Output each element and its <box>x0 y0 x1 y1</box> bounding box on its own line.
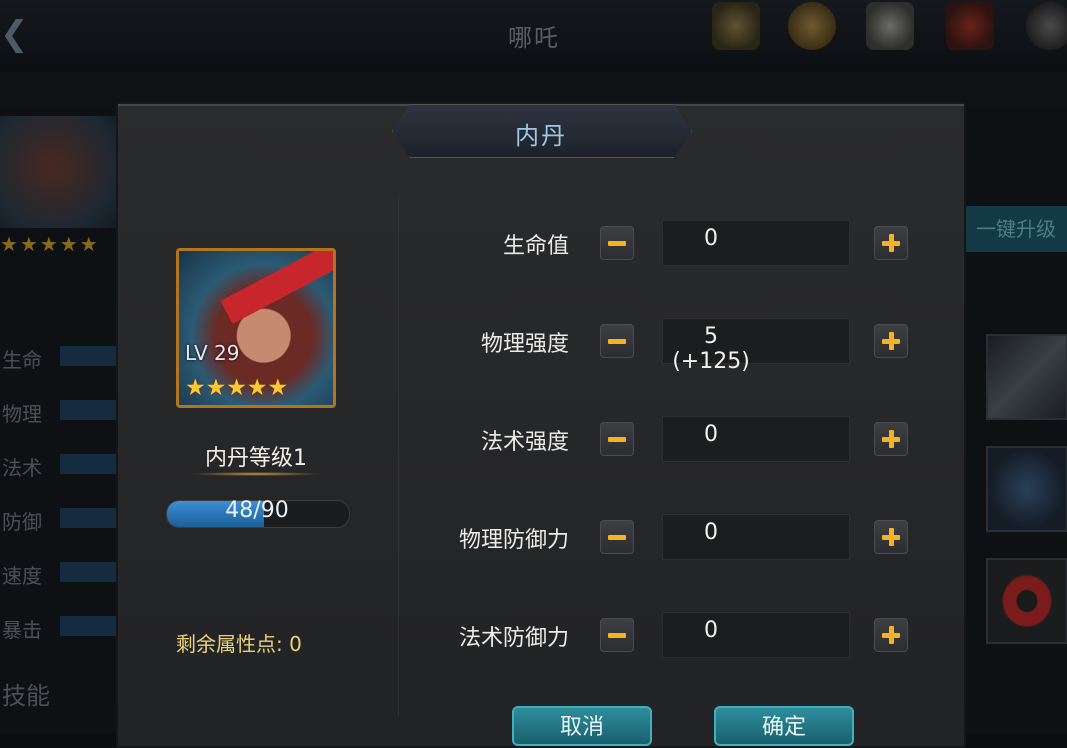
stat-value: 0 <box>704 422 718 447</box>
coin-icon[interactable] <box>788 2 836 50</box>
plus-icon <box>889 626 894 644</box>
increase-button[interactable] <box>874 422 908 456</box>
stat-label: 生命值 <box>502 234 569 259</box>
scroll-icon[interactable] <box>712 2 760 50</box>
stat-label: 法术强度 <box>480 430 569 455</box>
bg-stat-bar <box>60 616 118 636</box>
minus-icon <box>608 339 626 344</box>
stat-value: 0 <box>704 226 718 251</box>
equipment-slot-ring[interactable] <box>986 558 1067 644</box>
decrease-button[interactable] <box>600 422 634 456</box>
minus-icon <box>608 633 626 638</box>
search-icon[interactable] <box>1026 2 1067 50</box>
minus-icon <box>608 241 626 246</box>
stat-value: 0 <box>704 618 718 643</box>
increase-button[interactable] <box>874 618 908 652</box>
plus-icon <box>889 234 894 252</box>
hero-avatar: LV 29 ★★★★★ <box>176 248 336 408</box>
bg-stat-bar <box>60 400 118 420</box>
hero-stars-bg: ★★★★★ <box>0 232 100 256</box>
increase-button[interactable] <box>874 324 908 358</box>
confirm-button[interactable]: 确定 <box>714 706 854 746</box>
bg-stat-bar <box>60 508 118 528</box>
bg-stat-label: 物理 <box>2 402 42 426</box>
stat-label: 物理防御力 <box>458 528 569 553</box>
avatar-sash <box>220 251 333 324</box>
star-rating-icon: ★★★★★ <box>185 375 289 401</box>
bg-stat-label: 暴击 <box>2 618 42 642</box>
dialog-divider <box>398 196 399 716</box>
letter-icon[interactable] <box>866 2 914 50</box>
bg-section-label: 技能 <box>2 682 50 710</box>
book-icon[interactable] <box>946 2 994 50</box>
plus-icon <box>889 528 894 546</box>
bg-stat-label: 速度 <box>2 564 42 588</box>
bg-stat-bar <box>60 346 118 366</box>
minus-icon <box>608 437 626 442</box>
hero-portrait-bg <box>0 116 118 228</box>
inner-core-level: 内丹等级1 <box>205 446 307 471</box>
equipment-slot-armor[interactable] <box>986 446 1067 532</box>
plus-icon <box>889 430 894 448</box>
hero-title: 哪吒 <box>508 24 560 52</box>
decrease-button[interactable] <box>600 618 634 652</box>
bg-stat-label: 防御 <box>2 510 42 534</box>
decrease-button[interactable] <box>600 226 634 260</box>
stat-value: 0 <box>704 520 718 545</box>
stat-label: 法术防御力 <box>458 626 569 651</box>
back-arrow-icon[interactable]: ❮ <box>0 14 29 54</box>
bg-strip <box>0 72 1067 106</box>
remaining-points: 剩余属性点: 0 <box>176 632 302 656</box>
increase-button[interactable] <box>874 520 908 554</box>
equipment-slot-weapon[interactable] <box>986 334 1067 420</box>
name-underline <box>190 472 322 476</box>
bg-stat-label: 生命 <box>2 348 42 372</box>
bg-stat-bar <box>60 454 118 474</box>
hero-level: LV 29 <box>185 341 240 365</box>
dialog-title: 内丹 <box>515 122 567 150</box>
stat-label: 物理强度 <box>480 332 569 357</box>
xp-progress-text: 48/90 <box>225 498 289 523</box>
stat-value: 5 (+125) <box>672 324 750 374</box>
decrease-button[interactable] <box>600 520 634 554</box>
increase-button[interactable] <box>874 226 908 260</box>
upgrade-all-button[interactable]: 一键升级 <box>966 206 1067 252</box>
minus-icon <box>608 535 626 540</box>
bg-stat-bar <box>60 562 118 582</box>
bg-stat-label: 法术 <box>2 456 42 480</box>
cancel-button[interactable]: 取消 <box>512 706 652 746</box>
decrease-button[interactable] <box>600 324 634 358</box>
plus-icon <box>889 332 894 350</box>
